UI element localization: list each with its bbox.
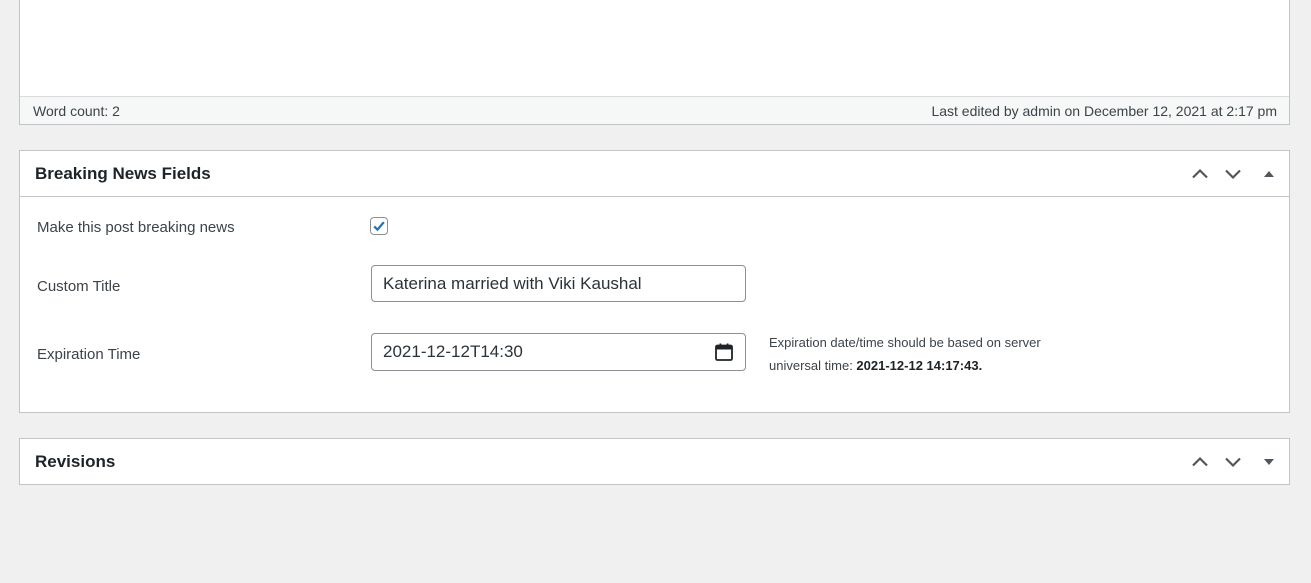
breaking-news-label: Make this post breaking news [37, 219, 235, 236]
revisions-handle-actions [1183, 439, 1289, 484]
revisions-move-down-button[interactable] [1216, 444, 1249, 480]
expiration-time-label: Expiration Time [37, 346, 141, 363]
expand-panel-button[interactable] [1249, 444, 1289, 480]
expiration-help-text: Expiration date/time should be based on … [769, 331, 1089, 377]
collapse-panel-button[interactable] [1249, 156, 1289, 192]
checkmark-icon [373, 221, 385, 232]
move-down-button[interactable] [1216, 156, 1249, 192]
chevron-up-icon [1191, 456, 1208, 466]
expiration-time-value: 2021-12-12T14:30 [383, 342, 523, 361]
revisions-metabox: Revisions [19, 438, 1290, 485]
triangle-down-icon [1264, 458, 1274, 465]
breaking-news-fields: Make this post breaking news Custom Titl… [20, 197, 1289, 411]
calendar-picker-button[interactable] [714, 342, 734, 362]
revisions-move-up-button[interactable] [1183, 444, 1216, 480]
custom-title-input[interactable]: Katerina married with Viki Kaushal [371, 265, 746, 302]
word-count: Word count: 2 [33, 102, 120, 119]
post-editor: Word count: 2 Last edited by admin on De… [19, 0, 1290, 125]
calendar-icon [715, 343, 733, 361]
server-time-value: 2021-12-12 14:17:43. [856, 358, 983, 373]
chevron-down-icon [1224, 169, 1241, 179]
breaking-news-handle-actions [1183, 151, 1289, 196]
breaking-news-checkbox[interactable] [370, 217, 388, 235]
chevron-down-icon [1224, 457, 1241, 467]
revisions-title: Revisions [35, 451, 116, 471]
editor-content-area[interactable] [20, 0, 1289, 95]
breaking-news-title: Breaking News Fields [35, 163, 211, 183]
revisions-header: Revisions [20, 439, 1289, 484]
move-up-button[interactable] [1183, 156, 1216, 192]
breaking-news-metabox: Breaking News Fields Make this post brea… [19, 150, 1290, 413]
last-edited-info: Last edited by admin on December 12, 202… [931, 102, 1277, 119]
triangle-up-icon [1264, 170, 1274, 177]
chevron-up-icon [1191, 168, 1208, 178]
custom-title-label: Custom Title [37, 278, 121, 295]
expiration-time-input[interactable]: 2021-12-12T14:30 [371, 333, 746, 371]
breaking-news-header: Breaking News Fields [20, 151, 1289, 197]
editor-status-bar: Word count: 2 Last edited by admin on De… [20, 96, 1289, 124]
custom-title-value: Katerina married with Viki Kaushal [383, 273, 642, 293]
